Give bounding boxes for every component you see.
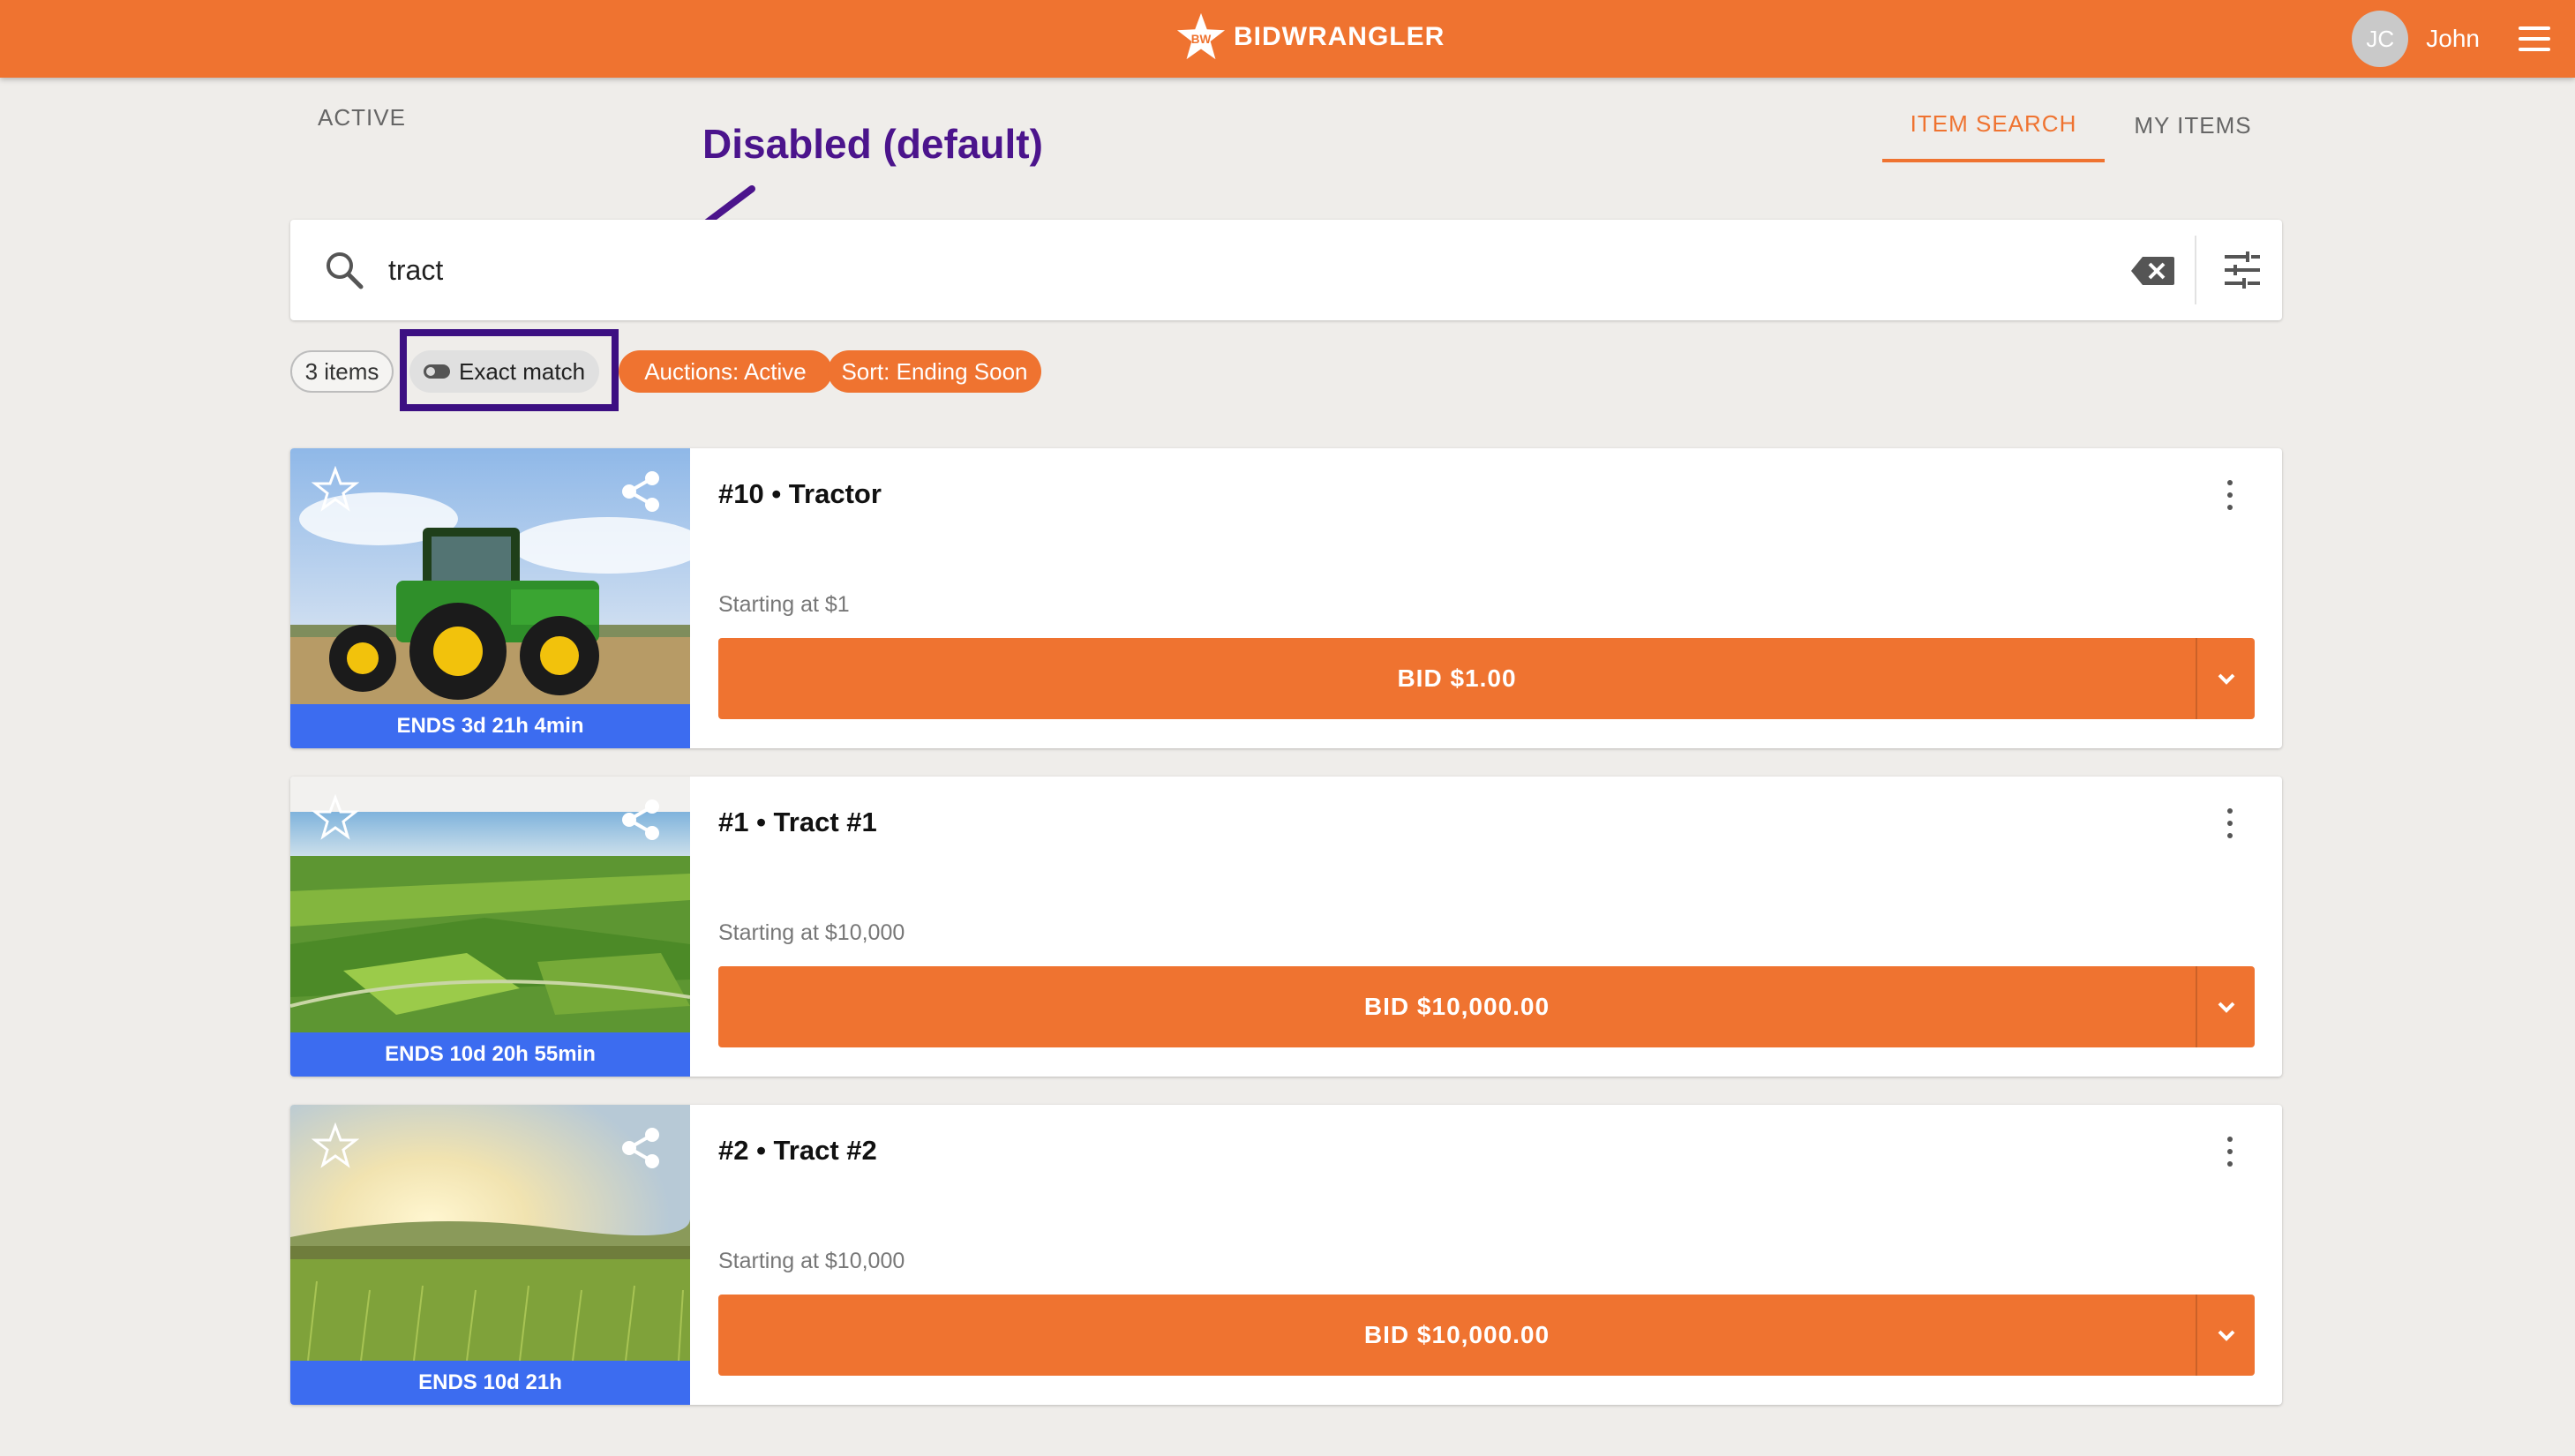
bid-options-button[interactable] bbox=[2198, 966, 2255, 1047]
chevron-down-icon bbox=[2218, 1002, 2235, 1013]
bid-button[interactable]: BID $10,000.00 bbox=[718, 966, 2197, 1047]
star-outline-icon[interactable] bbox=[312, 794, 359, 842]
user-area: JC John bbox=[2352, 7, 2554, 71]
starting-price: Starting at $10,000 bbox=[718, 1249, 905, 1273]
star-logo-icon: BW bbox=[1176, 12, 1226, 60]
item-title[interactable]: #2 • Tract #2 bbox=[718, 1135, 877, 1167]
item-image[interactable]: ENDS 10d 21h bbox=[290, 1105, 690, 1405]
star-outline-icon[interactable] bbox=[312, 466, 359, 514]
brand-logo[interactable]: BW BIDWRANGLER bbox=[1175, 5, 1445, 69]
backspace-clear-icon[interactable] bbox=[2130, 255, 2176, 287]
share-icon[interactable] bbox=[619, 798, 663, 842]
chevron-down-icon bbox=[2218, 673, 2235, 685]
bid-options-button[interactable] bbox=[2198, 1295, 2255, 1376]
share-icon[interactable] bbox=[619, 469, 663, 514]
item-card[interactable]: ENDS 10d 20h 55min #1 • Tract #1 Startin… bbox=[290, 777, 2282, 1077]
item-image[interactable]: ENDS 10d 20h 55min bbox=[290, 777, 690, 1077]
menu-icon[interactable] bbox=[2515, 21, 2554, 56]
item-image[interactable]: ENDS 3d 21h 4min bbox=[290, 448, 690, 748]
starting-price: Starting at $1 bbox=[718, 592, 850, 617]
results-count-chip: 3 items bbox=[290, 350, 394, 393]
ends-countdown: ENDS 10d 20h 55min bbox=[290, 1032, 690, 1077]
search-icon bbox=[327, 252, 364, 289]
more-vert-icon[interactable] bbox=[2221, 808, 2239, 838]
item-title[interactable]: #10 • Tractor bbox=[718, 478, 882, 510]
annotation-label: Disabled (default) bbox=[702, 121, 1043, 167]
item-card[interactable]: ENDS 3d 21h 4min #10 • Tractor Starting … bbox=[290, 448, 2282, 748]
user-name[interactable]: John bbox=[2426, 25, 2480, 53]
share-icon[interactable] bbox=[619, 1126, 663, 1170]
search-bar bbox=[290, 220, 2282, 320]
tab-my-items[interactable]: MY ITEMS bbox=[2113, 88, 2272, 162]
search-divider bbox=[2195, 236, 2196, 304]
ends-countdown: ENDS 10d 21h bbox=[290, 1361, 690, 1405]
item-card[interactable]: ENDS 10d 21h #2 • Tract #2 Starting at $… bbox=[290, 1105, 2282, 1405]
top-app-bar: BW BIDWRANGLER JC John bbox=[0, 0, 2575, 78]
avatar[interactable]: JC bbox=[2352, 11, 2409, 67]
svg-text:BW: BW bbox=[1191, 33, 1212, 46]
nav-active-link[interactable]: ACTIVE bbox=[318, 104, 406, 131]
search-input[interactable] bbox=[388, 246, 2065, 294]
starting-price: Starting at $10,000 bbox=[718, 920, 905, 945]
ends-countdown: ENDS 3d 21h 4min bbox=[290, 704, 690, 748]
annotation-highlight-box bbox=[400, 329, 619, 411]
bid-button[interactable]: BID $10,000.00 bbox=[718, 1295, 2197, 1376]
item-title[interactable]: #1 • Tract #1 bbox=[718, 807, 877, 838]
bid-button-group: BID $1.00 bbox=[718, 638, 2255, 719]
bid-button[interactable]: BID $1.00 bbox=[718, 638, 2197, 719]
tab-item-search[interactable]: ITEM SEARCH bbox=[1882, 88, 2105, 162]
brand-name: BIDWRANGLER bbox=[1234, 22, 1445, 51]
star-outline-icon[interactable] bbox=[312, 1122, 359, 1170]
chevron-down-icon bbox=[2218, 1330, 2235, 1341]
bid-options-button[interactable] bbox=[2198, 638, 2255, 719]
bid-button-group: BID $10,000.00 bbox=[718, 966, 2255, 1047]
sort-chip[interactable]: Sort: Ending Soon bbox=[828, 350, 1041, 393]
bid-button-group: BID $10,000.00 bbox=[718, 1295, 2255, 1376]
more-vert-icon[interactable] bbox=[2221, 480, 2239, 510]
tune-filter-icon[interactable] bbox=[2223, 251, 2262, 289]
more-vert-icon[interactable] bbox=[2221, 1137, 2239, 1167]
auctions-filter-chip[interactable]: Auctions: Active bbox=[619, 350, 832, 393]
